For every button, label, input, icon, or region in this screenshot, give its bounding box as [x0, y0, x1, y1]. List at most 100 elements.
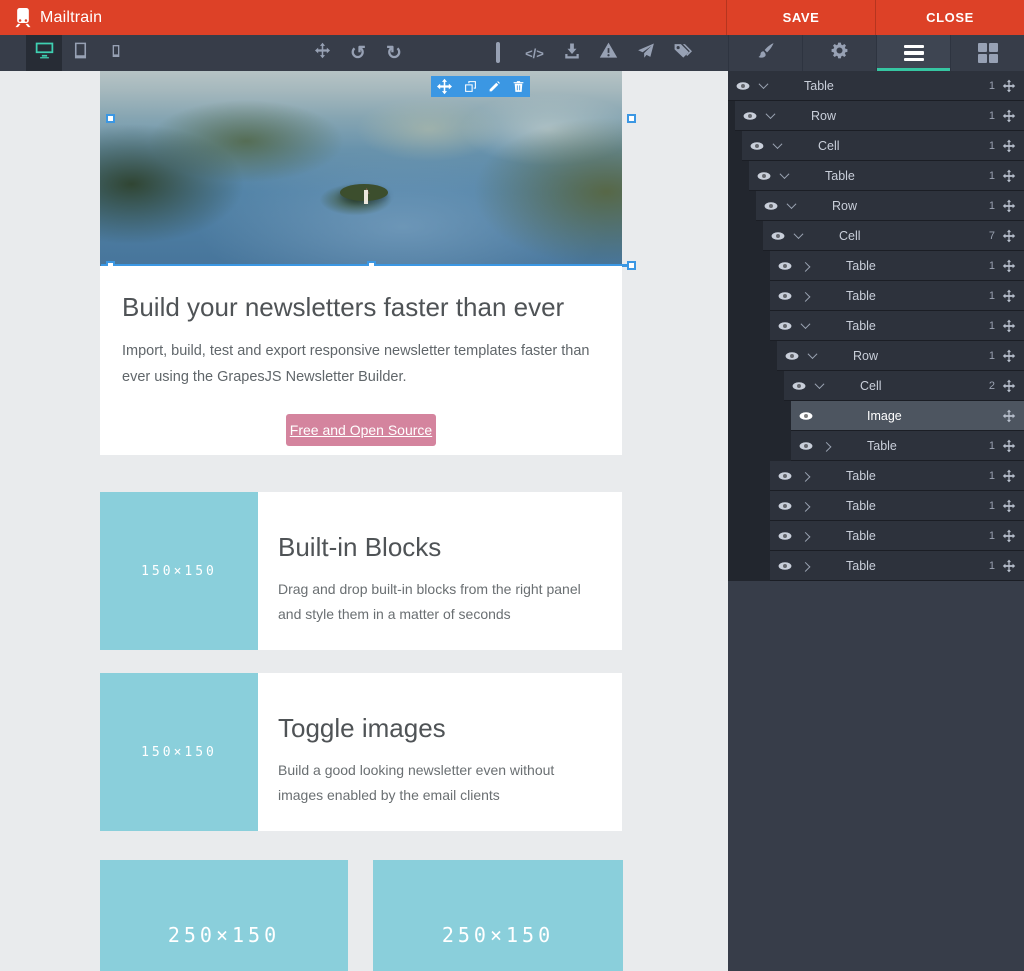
open-source-button[interactable]: Free and Open Source: [286, 414, 436, 446]
placeholder-image-150[interactable]: 150×150: [100, 673, 258, 831]
layer-row-row[interactable]: Row1: [735, 101, 1024, 131]
eye-icon[interactable]: [799, 409, 819, 423]
feature-heading[interactable]: Built-in Blocks: [278, 532, 602, 563]
chevron-down-icon[interactable]: [805, 352, 819, 359]
chevron-right-icon[interactable]: [798, 532, 812, 539]
resize-handle-right[interactable]: [627, 114, 636, 123]
move-handle-icon[interactable]: [1002, 199, 1016, 213]
eye-icon[interactable]: [736, 79, 756, 93]
move-handle-icon[interactable]: [1002, 469, 1016, 483]
hero-image[interactable]: [100, 71, 622, 266]
chevron-right-icon[interactable]: [798, 502, 812, 509]
send-test-button[interactable]: [627, 35, 664, 71]
delete-component-button[interactable]: [512, 80, 525, 93]
layer-row-table[interactable]: Table1: [770, 461, 1024, 491]
layer-row-table[interactable]: Table1: [770, 281, 1024, 311]
move-handle-icon[interactable]: [1002, 109, 1016, 123]
layer-row-table[interactable]: Table1: [770, 551, 1024, 581]
eye-icon[interactable]: [778, 289, 798, 303]
toggle-borders-button[interactable]: [479, 35, 516, 71]
move-handle-icon[interactable]: [1002, 169, 1016, 183]
open-settings-button[interactable]: [802, 35, 876, 71]
eye-icon[interactable]: [778, 529, 798, 543]
chevron-down-icon[interactable]: [777, 172, 791, 179]
chevron-down-icon[interactable]: [763, 112, 777, 119]
eye-icon[interactable]: [771, 229, 791, 243]
layer-row-cell[interactable]: Cell2: [784, 371, 1024, 401]
desktop-button[interactable]: [26, 35, 62, 71]
chevron-down-icon[interactable]: [791, 232, 805, 239]
resize-handle-left[interactable]: [106, 114, 115, 123]
placeholder-image-150[interactable]: 150×150: [100, 492, 258, 650]
import-template-button[interactable]: [553, 35, 590, 71]
move-component-button[interactable]: [436, 78, 453, 95]
layer-row-image[interactable]: Image: [791, 401, 1024, 431]
hero-heading[interactable]: Build your newsletters faster than ever: [122, 292, 600, 323]
move-handle-icon[interactable]: [1002, 289, 1016, 303]
redo-button[interactable]: ↻: [376, 35, 412, 71]
eye-icon[interactable]: [778, 319, 798, 333]
move-handle-icon[interactable]: [1002, 379, 1016, 393]
undo-button[interactable]: ↺: [340, 35, 376, 71]
layer-row-cell[interactable]: Cell7: [763, 221, 1024, 251]
open-layers-button[interactable]: [876, 35, 950, 71]
chevron-right-icon[interactable]: [798, 292, 812, 299]
view-code-button[interactable]: </>: [516, 35, 553, 71]
layer-row-table[interactable]: Table1: [791, 431, 1024, 461]
hero-paragraph[interactable]: Import, build, test and export responsiv…: [122, 338, 598, 390]
chevron-down-icon[interactable]: [798, 322, 812, 329]
chevron-right-icon[interactable]: [819, 442, 833, 449]
chevron-down-icon[interactable]: [770, 142, 784, 149]
layer-row-table[interactable]: Table1: [770, 311, 1024, 341]
move-handle-icon[interactable]: [1002, 229, 1016, 243]
edit-component-button[interactable]: [488, 80, 501, 93]
eye-icon[interactable]: [743, 109, 763, 123]
move-handle-icon[interactable]: [1002, 559, 1016, 573]
move-handle-icon[interactable]: [1002, 439, 1016, 453]
eye-icon[interactable]: [764, 199, 784, 213]
move-handle-icon[interactable]: [1002, 259, 1016, 273]
move-handle-icon[interactable]: [1002, 529, 1016, 543]
move-handle-icon[interactable]: [1002, 349, 1016, 363]
move-handle-icon[interactable]: [1002, 139, 1016, 153]
open-blocks-button[interactable]: [950, 35, 1024, 71]
layer-row-row[interactable]: Row1: [777, 341, 1024, 371]
chevron-down-icon[interactable]: [756, 82, 770, 89]
feature-text[interactable]: Build a good looking newsletter even wit…: [278, 758, 602, 807]
chevron-down-icon[interactable]: [812, 382, 826, 389]
eye-icon[interactable]: [757, 169, 777, 183]
layer-row-cell[interactable]: Cell1: [742, 131, 1024, 161]
drag-mode-button[interactable]: [304, 35, 340, 71]
eye-icon[interactable]: [785, 349, 805, 363]
layer-row-table[interactable]: Table1: [770, 491, 1024, 521]
open-style-button[interactable]: [728, 35, 802, 71]
move-handle-icon[interactable]: [1002, 79, 1016, 93]
layer-row-table[interactable]: Table1: [770, 521, 1024, 551]
eye-icon[interactable]: [799, 439, 819, 453]
close-button[interactable]: CLOSE: [875, 0, 1024, 35]
warnings-button[interactable]: [590, 35, 627, 71]
chevron-right-icon[interactable]: [798, 472, 812, 479]
layer-row-table[interactable]: Table1: [728, 71, 1024, 101]
resize-handle-bottom-right[interactable]: [627, 261, 636, 270]
mobile-button[interactable]: [98, 35, 134, 71]
placeholder-image-250[interactable]: 250×150: [100, 860, 348, 971]
eye-icon[interactable]: [778, 499, 798, 513]
feature-heading[interactable]: Toggle images: [278, 713, 602, 744]
eye-icon[interactable]: [778, 469, 798, 483]
layer-row-row[interactable]: Row1: [756, 191, 1024, 221]
eye-icon[interactable]: [778, 559, 798, 573]
chevron-right-icon[interactable]: [798, 562, 812, 569]
chevron-right-icon[interactable]: [798, 262, 812, 269]
save-button[interactable]: SAVE: [726, 0, 875, 35]
eye-icon[interactable]: [792, 379, 812, 393]
feature-text[interactable]: Drag and drop built-in blocks from the r…: [278, 577, 602, 626]
layer-row-table[interactable]: Table1: [749, 161, 1024, 191]
placeholder-image-250[interactable]: 250×150: [373, 860, 623, 971]
move-handle-icon[interactable]: [1002, 499, 1016, 513]
move-handle-icon[interactable]: [1002, 319, 1016, 333]
chevron-down-icon[interactable]: [784, 202, 798, 209]
merge-tags-button[interactable]: [664, 35, 701, 71]
tablet-button[interactable]: [62, 35, 98, 71]
move-handle-icon[interactable]: [1002, 409, 1016, 423]
